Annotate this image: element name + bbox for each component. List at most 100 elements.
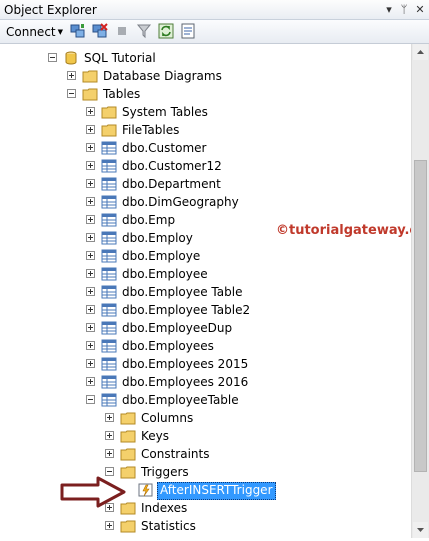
object-explorer-toolbar: Connect ▼ <box>0 20 429 44</box>
tree-node-table[interactable]: dbo.Employees 2015 <box>0 355 411 373</box>
tree-node-table[interactable]: dbo.Employee Table <box>0 283 411 301</box>
tree-node-label: Statistics <box>141 519 196 533</box>
scroll-thumb[interactable] <box>414 160 427 472</box>
expand-icon[interactable] <box>86 305 95 314</box>
tree-node-database-diagrams[interactable]: Database Diagrams <box>0 67 411 85</box>
expand-icon[interactable] <box>86 143 95 152</box>
collapse-icon[interactable] <box>105 467 114 476</box>
tree-node-table[interactable]: dbo.DimGeography <box>0 193 411 211</box>
collapse-icon[interactable] <box>48 53 57 62</box>
vertical-scrollbar[interactable] <box>411 44 429 538</box>
table-icon <box>101 231 117 245</box>
table-icon <box>101 141 117 155</box>
filter-icon[interactable] <box>136 23 152 39</box>
table-icon <box>101 285 117 299</box>
chevron-down-icon <box>417 528 424 532</box>
tree-node-table[interactable]: dbo.Employee Table2 <box>0 301 411 319</box>
scroll-down-button[interactable] <box>413 522 428 538</box>
tree-node-table[interactable]: dbo.Employe <box>0 247 411 265</box>
window-title: Object Explorer <box>4 3 97 17</box>
tree-node-tables[interactable]: Tables <box>0 85 411 103</box>
expand-icon[interactable] <box>86 269 95 278</box>
expand-icon[interactable] <box>86 359 95 368</box>
expand-icon[interactable] <box>86 323 95 332</box>
tree-node-employee-table[interactable]: dbo.EmployeeTable <box>0 391 411 409</box>
folder-open-icon <box>82 88 98 101</box>
tree-node-table[interactable]: dbo.Customer <box>0 139 411 157</box>
expand-icon[interactable] <box>105 413 114 422</box>
tree-node-table[interactable]: dbo.EmployeeDup <box>0 319 411 337</box>
tree-node-table[interactable]: dbo.Department <box>0 175 411 193</box>
tree-node-label: Database Diagrams <box>103 69 222 83</box>
folder-icon <box>120 448 136 461</box>
folder-icon <box>120 412 136 425</box>
folder-icon <box>120 430 136 443</box>
expand-icon[interactable] <box>86 233 95 242</box>
tree-node-label: FileTables <box>122 123 180 137</box>
expand-icon[interactable] <box>86 179 95 188</box>
window-position-icon[interactable]: ▾ <box>382 2 396 17</box>
tree-node-label: Columns <box>141 411 194 425</box>
scroll-up-button[interactable] <box>413 44 428 60</box>
tree-node-label: dbo.Employee <box>122 267 208 281</box>
tree-node-label: dbo.Department <box>122 177 221 191</box>
expand-icon[interactable] <box>86 341 95 350</box>
close-icon[interactable]: ✕ <box>413 2 427 17</box>
tree-node-label-selected: AfterINSERTTrigger <box>157 482 276 500</box>
expand-icon[interactable] <box>86 161 95 170</box>
expand-icon[interactable] <box>86 287 95 296</box>
object-explorer-titlebar: Object Explorer ▾ ᛘ ✕ <box>0 0 429 20</box>
table-icon <box>101 357 117 371</box>
expand-icon[interactable] <box>86 215 95 224</box>
expand-icon[interactable] <box>105 431 114 440</box>
tree-node-label: dbo.Employee Table <box>122 285 243 299</box>
tree-node-label: Constraints <box>141 447 210 461</box>
tree-node-label: dbo.Customer <box>122 141 207 155</box>
table-icon <box>101 159 117 173</box>
table-icon <box>101 375 117 389</box>
tree-node-label: dbo.Employees 2016 <box>122 375 249 389</box>
chevron-up-icon <box>417 50 424 54</box>
expand-icon[interactable] <box>86 125 95 134</box>
collapse-icon[interactable] <box>67 89 76 98</box>
expand-icon[interactable] <box>105 449 114 458</box>
expand-icon[interactable] <box>67 71 76 80</box>
summary-icon[interactable] <box>180 23 196 39</box>
tree-node-label: dbo.Employ <box>122 231 193 245</box>
expand-icon[interactable] <box>86 377 95 386</box>
connect-dropdown-icon[interactable]: ▼ <box>58 28 63 36</box>
connect-object-explorer-icon[interactable] <box>70 23 86 39</box>
folder-icon <box>82 70 98 83</box>
expand-icon[interactable] <box>86 107 95 116</box>
tree-node-columns[interactable]: Columns <box>0 409 411 427</box>
tree-node-database[interactable]: SQL Tutorial <box>0 49 411 67</box>
tree-node-table[interactable]: dbo.Employees <box>0 337 411 355</box>
expand-icon[interactable] <box>86 251 95 260</box>
table-icon <box>101 213 117 227</box>
refresh-icon[interactable] <box>158 23 174 39</box>
tree-node-system-tables[interactable]: System Tables <box>0 103 411 121</box>
folder-icon <box>101 106 117 119</box>
tree-node-keys[interactable]: Keys <box>0 427 411 445</box>
expand-icon[interactable] <box>105 521 114 530</box>
tree-node-statistics[interactable]: Statistics <box>0 517 411 535</box>
disconnect-icon[interactable] <box>92 23 108 39</box>
table-icon <box>101 339 117 353</box>
connect-button[interactable]: Connect ▼ <box>6 25 63 39</box>
collapse-icon[interactable] <box>86 395 95 404</box>
tree-node-table[interactable]: dbo.Customer12 <box>0 157 411 175</box>
tree-node-label: dbo.Employees <box>122 339 214 353</box>
tree-node-label: System Tables <box>122 105 208 119</box>
tree-node-filetables[interactable]: FileTables <box>0 121 411 139</box>
watermark: ©tutorialgateway.org <box>276 223 429 238</box>
tree-node-label: dbo.DimGeography <box>122 195 239 209</box>
object-explorer-tree[interactable]: SQL Tutorial Database Diagrams Tables Sy… <box>0 44 411 538</box>
stop-icon[interactable] <box>114 23 130 39</box>
table-icon <box>101 195 117 209</box>
tree-node-constraints[interactable]: Constraints <box>0 445 411 463</box>
pin-icon[interactable]: ᛘ <box>397 2 411 17</box>
expand-icon[interactable] <box>86 197 95 206</box>
table-icon <box>101 177 117 191</box>
tree-node-table[interactable]: dbo.Employees 2016 <box>0 373 411 391</box>
tree-node-table[interactable]: dbo.Employee <box>0 265 411 283</box>
